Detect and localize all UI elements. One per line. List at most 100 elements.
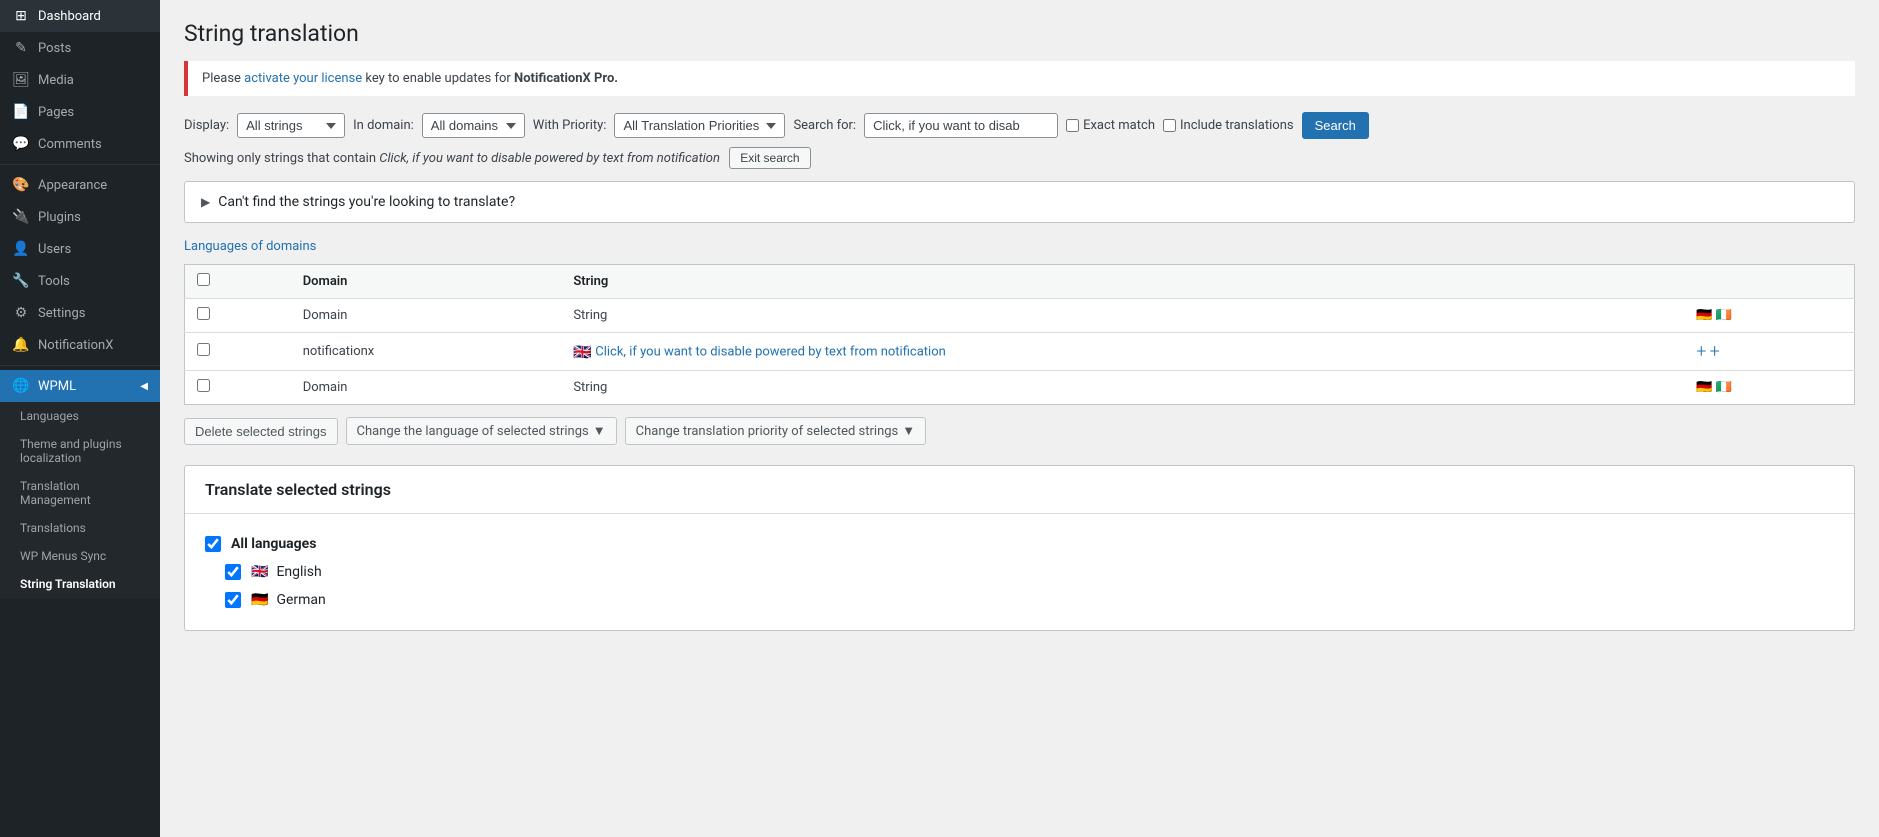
sidebar-item-label: Comments: [38, 137, 102, 152]
all-languages-checkbox[interactable]: [205, 536, 221, 552]
sidebar-item-appearance[interactable]: 🎨 Appearance: [0, 169, 160, 201]
table-header-string: String: [561, 265, 1684, 299]
delete-selected-button[interactable]: Delete selected strings: [184, 418, 338, 445]
sidebar-sub-item-theme-plugins[interactable]: Theme and plugins localization: [0, 430, 160, 472]
sidebar-item-notificationx[interactable]: 🔔 NotificationX: [0, 329, 160, 361]
notice-bold: NotificationX Pro.: [514, 71, 618, 86]
row-checkbox-cell: [185, 299, 291, 333]
sidebar-item-label: NotificationX: [38, 338, 113, 353]
flag-irish-2: 🇮🇪: [1716, 380, 1732, 395]
users-icon: 👤: [12, 241, 30, 257]
all-languages-row: All languages: [205, 530, 1834, 558]
german-checkbox[interactable]: [225, 592, 241, 608]
english-label: 🇬🇧 English: [251, 564, 322, 580]
languages-of-domains-link[interactable]: Languages of domains: [184, 239, 1855, 254]
sidebar-item-pages[interactable]: 📄 Pages: [0, 96, 160, 128]
sidebar-item-label: Media: [38, 73, 74, 88]
sidebar-item-posts[interactable]: ✎ Posts: [0, 32, 160, 64]
table-row: Domain String 🇩🇪 🇮🇪: [185, 299, 1855, 333]
row-checkbox[interactable]: [197, 307, 210, 320]
sidebar-item-label: Settings: [38, 306, 85, 321]
sidebar-item-media[interactable]: 🖼 Media: [0, 64, 160, 96]
strings-table: Domain String Domain String 🇩🇪 🇮🇪 notifi…: [184, 264, 1855, 405]
notificationx-icon: 🔔: [12, 337, 30, 353]
sidebar-sub-item-translation-management[interactable]: Translation Management: [0, 472, 160, 514]
change-language-dropdown[interactable]: Change the language of selected strings …: [346, 417, 617, 445]
flag-german: 🇩🇪: [1696, 308, 1712, 323]
row-flags-cell: 🇩🇪 🇮🇪: [1684, 371, 1854, 405]
sidebar-sub-item-translations[interactable]: Translations: [0, 514, 160, 542]
sidebar-divider-2: [0, 365, 160, 366]
accordion-header[interactable]: ▶ Can't find the strings you're looking …: [185, 182, 1854, 222]
row-checkbox[interactable]: [197, 343, 210, 356]
sidebar-item-wpml[interactable]: 🌐 WPML ◀: [0, 370, 160, 402]
media-icon: 🖼: [12, 72, 30, 88]
search-input[interactable]: [864, 113, 1058, 138]
string-link[interactable]: Click, if you want to disable powered by…: [595, 344, 946, 359]
search-button[interactable]: Search: [1302, 112, 1369, 139]
sidebar-item-dashboard[interactable]: ⊞ Dashboard: [0, 0, 160, 32]
select-all-checkbox[interactable]: [197, 273, 210, 286]
add-translation-button-2[interactable]: +: [1710, 341, 1720, 362]
change-language-arrow-icon: ▼: [593, 423, 606, 439]
sidebar-item-tools[interactable]: 🔧 Tools: [0, 265, 160, 297]
row-domain-cell: notificationx: [291, 333, 562, 371]
sidebar-sub-item-languages[interactable]: Languages: [0, 402, 160, 430]
sidebar-item-settings[interactable]: ⚙ Settings: [0, 297, 160, 329]
uk-flag-icon: 🇬🇧: [573, 343, 592, 361]
translate-section: Translate selected strings All languages…: [184, 465, 1855, 631]
sidebar-sub-item-wp-menus-sync[interactable]: WP Menus Sync: [0, 542, 160, 570]
page-title: String translation: [184, 20, 1855, 47]
english-lang-row: 🇬🇧 English: [205, 558, 1834, 586]
sidebar-item-plugins[interactable]: 🔌 Plugins: [0, 201, 160, 233]
english-lang-name: English: [276, 564, 321, 580]
comments-icon: 💬: [12, 136, 30, 152]
row-checkbox[interactable]: [197, 379, 210, 392]
sidebar-item-label: Pages: [38, 105, 74, 120]
add-german-translation-button[interactable]: +: [1696, 341, 1706, 362]
domain-select[interactable]: All domains notificationx: [422, 113, 525, 138]
english-checkbox[interactable]: [225, 564, 241, 580]
all-languages-label: All languages: [231, 536, 316, 552]
dashboard-icon: ⊞: [12, 8, 30, 24]
pages-icon: 📄: [12, 104, 30, 120]
row-checkbox-cell: [185, 371, 291, 405]
flag-german-2: 🇩🇪: [1696, 380, 1712, 395]
sidebar-sub-item-string-translation[interactable]: String Translation: [0, 570, 160, 598]
sidebar-item-users[interactable]: 👤 Users: [0, 233, 160, 265]
posts-icon: ✎: [12, 40, 30, 56]
translate-section-header: Translate selected strings: [185, 466, 1854, 514]
filter-bar: Display: All strings Untranslated Transl…: [184, 112, 1855, 139]
flag-irish: 🇮🇪: [1716, 308, 1732, 323]
german-label: 🇩🇪 German: [251, 592, 326, 608]
exact-match-checkbox[interactable]: [1066, 119, 1079, 132]
activate-license-link[interactable]: activate your license: [244, 71, 362, 86]
accordion-text: Can't find the strings you're looking to…: [218, 194, 515, 210]
showing-query: Click, if you want to disable powered by…: [379, 151, 720, 166]
sidebar-divider-1: [0, 164, 160, 165]
sidebar-item-label: Appearance: [38, 178, 107, 193]
exit-search-button[interactable]: Exit search: [729, 147, 810, 169]
sidebar-item-label: WPML: [38, 379, 76, 394]
display-label: Display:: [184, 118, 229, 133]
priority-select[interactable]: All Translation Priorities Normal High: [614, 113, 785, 138]
appearance-icon: 🎨: [12, 177, 30, 193]
include-translations-checkbox-label: Include translations: [1163, 118, 1294, 133]
accordion-section: ▶ Can't find the strings you're looking …: [184, 181, 1855, 223]
accordion-arrow-icon: ▶: [201, 195, 210, 209]
sidebar: ⊞ Dashboard ✎ Posts 🖼 Media 📄 Pages 💬 Co…: [0, 0, 160, 837]
sidebar-item-label: Posts: [38, 41, 71, 56]
row-domain-cell: Domain: [291, 371, 562, 405]
change-language-label: Change the language of selected strings: [357, 424, 589, 439]
sidebar-item-comments[interactable]: 💬 Comments: [0, 128, 160, 160]
table-header-domain: Domain: [291, 265, 562, 299]
all-languages-text: All languages: [231, 536, 316, 552]
settings-icon: ⚙: [12, 305, 30, 321]
english-flag-icon: 🇬🇧: [251, 564, 268, 580]
display-select[interactable]: All strings Untranslated Translated: [237, 113, 345, 138]
sidebar-item-label: Plugins: [38, 210, 81, 225]
change-priority-dropdown[interactable]: Change translation priority of selected …: [625, 417, 927, 445]
domain-label: In domain:: [353, 118, 414, 133]
include-translations-checkbox[interactable]: [1163, 119, 1176, 132]
table-header-translations: [1684, 265, 1854, 299]
